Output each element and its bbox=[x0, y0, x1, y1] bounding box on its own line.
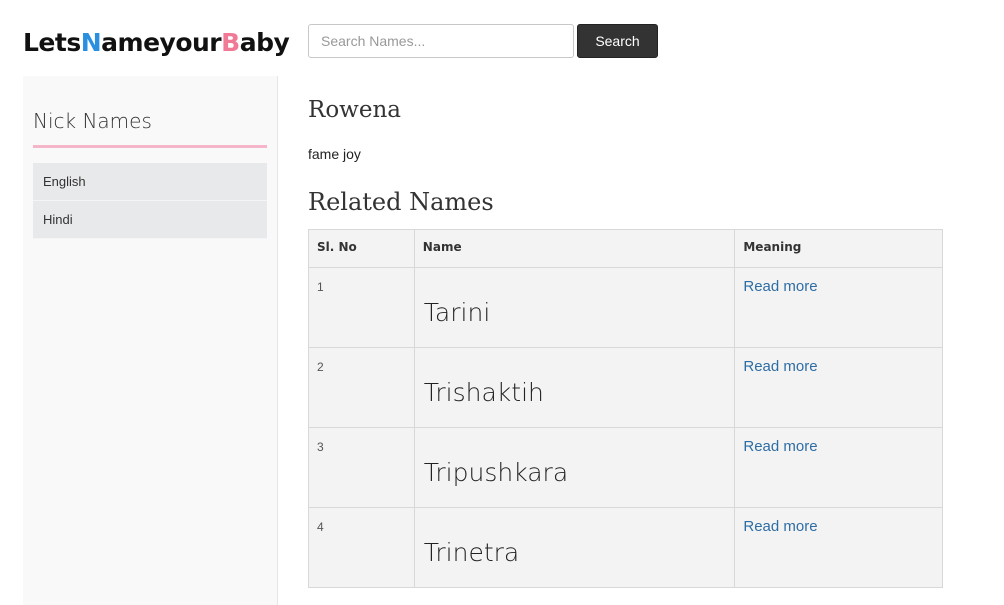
table-row: 3 Tripushkara Read more bbox=[308, 427, 943, 508]
sidebar: Nick Names English Hindi bbox=[23, 76, 278, 605]
logo-part-n: N bbox=[80, 28, 102, 57]
row-number: 2 bbox=[308, 347, 415, 428]
search-input[interactable] bbox=[308, 24, 574, 58]
logo-part-aby: aby bbox=[239, 28, 290, 57]
name-title: Rowena bbox=[308, 97, 401, 123]
read-more-link[interactable]: Read more bbox=[743, 278, 817, 295]
row-name: Trishaktih bbox=[413, 347, 736, 428]
row-name: Tarini bbox=[413, 267, 736, 348]
row-number: 3 bbox=[308, 427, 415, 508]
logo-part-ameyour: ameyour bbox=[101, 28, 222, 57]
header-sl-no: Sl. No bbox=[308, 229, 415, 268]
search-button[interactable]: Search bbox=[577, 24, 658, 58]
related-names-table: Sl. No Name Meaning 1 Tarini Read more 2… bbox=[308, 229, 943, 588]
row-name: Trinetra bbox=[413, 507, 736, 588]
name-meaning: fame joy bbox=[308, 146, 361, 162]
table-header-row: Sl. No Name Meaning bbox=[308, 229, 943, 268]
row-number: 1 bbox=[308, 267, 415, 348]
sidebar-list: English Hindi bbox=[33, 163, 267, 239]
logo-part-b: B bbox=[221, 28, 240, 57]
logo-part-lets: Lets bbox=[23, 28, 81, 57]
row-name: Tripushkara bbox=[413, 427, 736, 508]
row-number: 4 bbox=[308, 507, 415, 588]
sidebar-item-english[interactable]: English bbox=[33, 163, 267, 201]
header-name: Name bbox=[413, 229, 736, 268]
header-meaning: Meaning bbox=[734, 229, 943, 268]
sidebar-item-hindi[interactable]: Hindi bbox=[33, 201, 267, 239]
site-logo[interactable]: LetsNameyourBaby bbox=[23, 28, 290, 57]
read-more-link[interactable]: Read more bbox=[743, 438, 817, 455]
table-row: 4 Trinetra Read more bbox=[308, 507, 943, 588]
read-more-link[interactable]: Read more bbox=[743, 518, 817, 535]
read-more-link[interactable]: Read more bbox=[743, 358, 817, 375]
related-names-title: Related Names bbox=[308, 188, 494, 216]
table-row: 1 Tarini Read more bbox=[308, 267, 943, 348]
table-row: 2 Trishaktih Read more bbox=[308, 347, 943, 428]
sidebar-title: Nick Names bbox=[33, 109, 152, 133]
page: LetsNameyourBaby Search Nick Names Engli… bbox=[0, 0, 1004, 605]
sidebar-divider bbox=[33, 145, 267, 148]
